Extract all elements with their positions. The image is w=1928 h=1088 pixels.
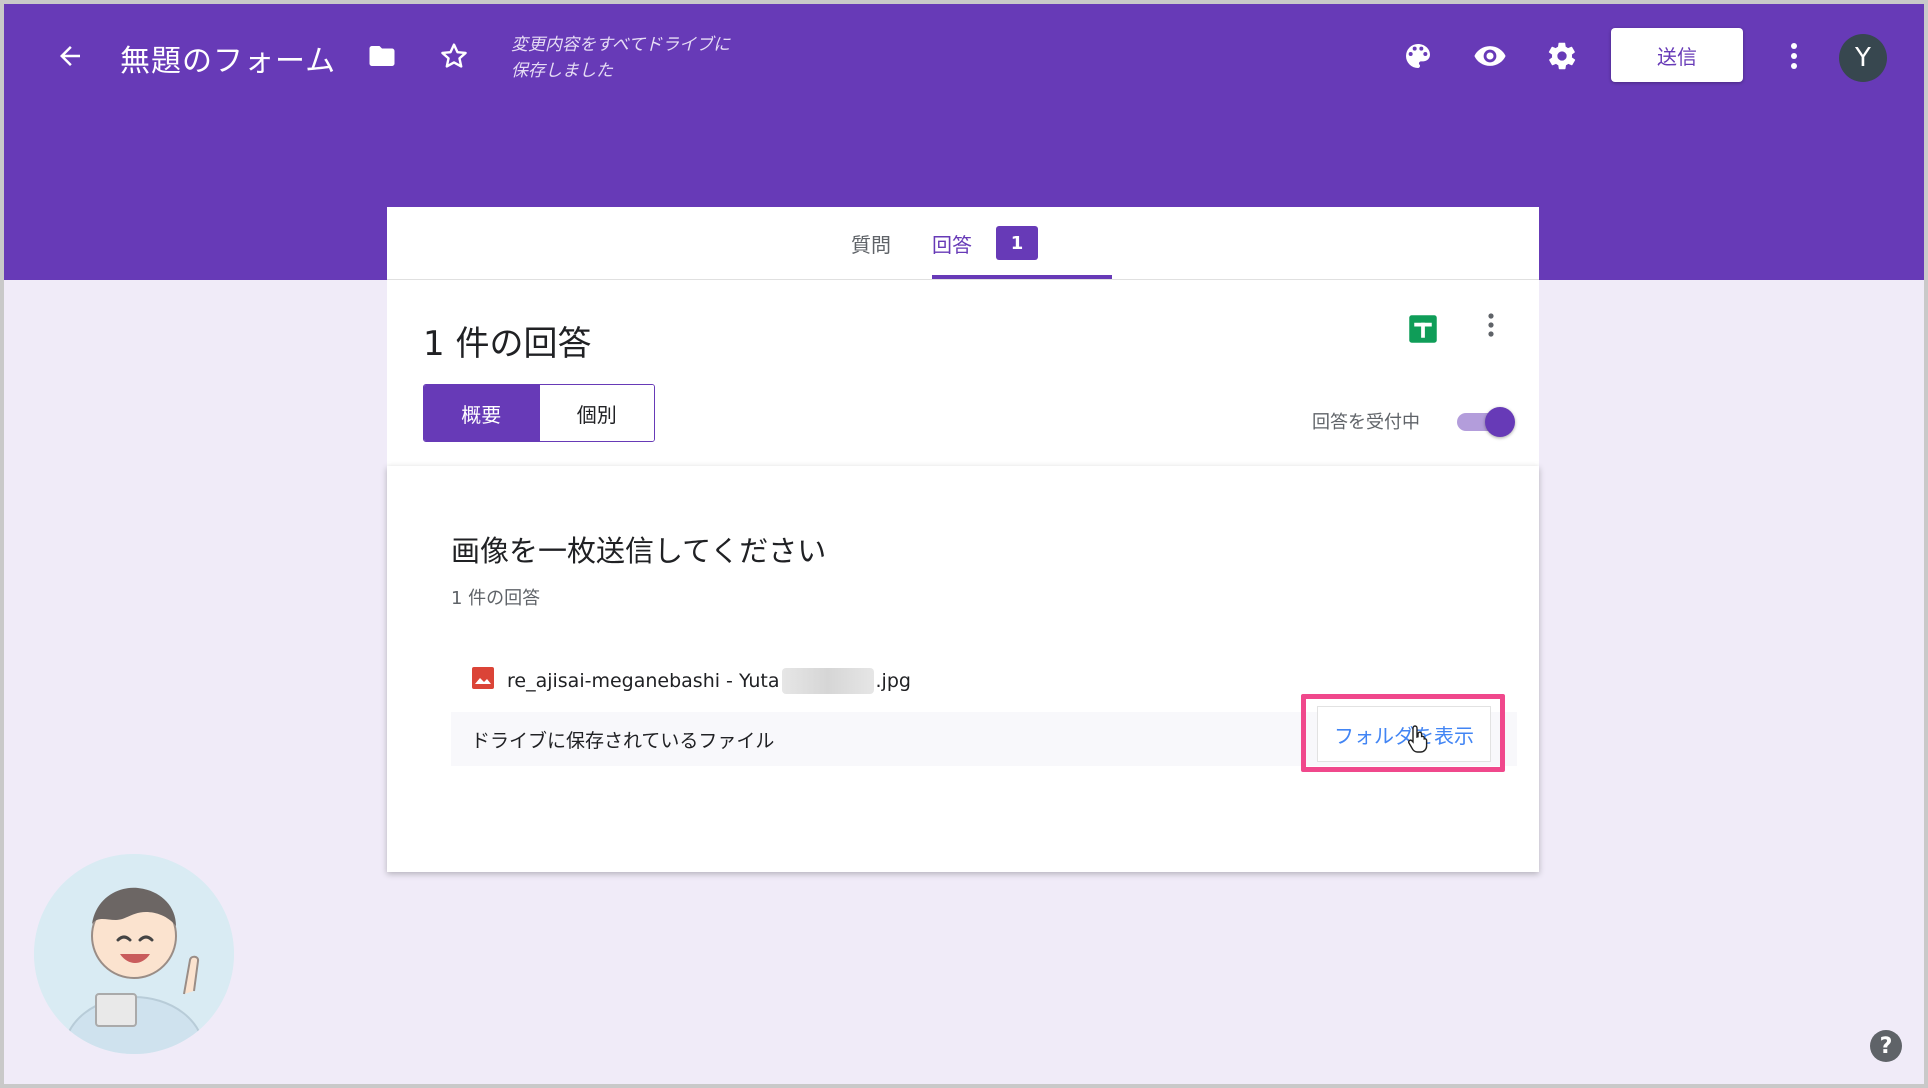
send-button[interactable]: 送信: [1611, 28, 1743, 82]
save-status-line2: 保存しました: [511, 61, 613, 81]
view-individual-button[interactable]: 個別: [538, 385, 654, 441]
file-name-text: re_ajisai-meganebashi - Yuta: [507, 669, 780, 692]
view-toggle: 概要 個別: [423, 384, 655, 442]
app-frame: 無題のフォーム 変更内容をすべてドライブに 保存しました 送信 Y 質問 回答 …: [4, 4, 1924, 1084]
help-icon[interactable]: ?: [1870, 1030, 1902, 1062]
file-extension-text: .jpg: [875, 669, 911, 692]
form-title[interactable]: 無題のフォーム: [120, 36, 336, 80]
responses-more-icon[interactable]: [1486, 312, 1496, 344]
uploaded-file[interactable]: re_ajisai-meganebashi - Yuta .jpg: [471, 666, 911, 695]
more-vert-icon[interactable]: [1780, 38, 1808, 74]
account-avatar[interactable]: Y: [1839, 34, 1887, 82]
settings-gear-icon[interactable]: [1544, 38, 1580, 74]
save-status-line1: 変更内容をすべてドライブに: [511, 35, 731, 55]
tab-responses-label: 回答: [932, 232, 972, 257]
responses-count-badge: 1: [996, 226, 1038, 260]
active-tab-indicator: [932, 275, 1112, 279]
top-bar: 無題のフォーム 変更内容をすべてドライブに 保存しました 送信 Y: [4, 4, 1924, 108]
hand-cursor-icon: [1407, 724, 1433, 758]
drive-files-label: ドライブに保存されているファイル: [471, 729, 775, 752]
responses-summary-card: 1 件の回答 概要 個別 回答を受付中: [387, 280, 1539, 467]
question-response-count: 1 件の回答: [451, 588, 541, 609]
image-file-icon: [471, 666, 495, 695]
view-folder-button[interactable]: フォルダを表示: [1317, 706, 1491, 762]
tabs-bar: 質問 回答 1: [387, 207, 1539, 280]
back-arrow-icon[interactable]: [52, 38, 88, 74]
palette-icon[interactable]: [1400, 38, 1436, 74]
question-title: 画像を一枚送信してください: [451, 534, 827, 568]
star-icon[interactable]: [436, 38, 472, 74]
accepting-responses-label: 回答を受付中: [1312, 412, 1420, 433]
preview-eye-icon[interactable]: [1472, 38, 1508, 74]
tab-responses[interactable]: 回答 1: [932, 207, 1038, 279]
save-status: 変更内容をすべてドライブに 保存しました: [511, 32, 730, 84]
responses-title: 1 件の回答: [423, 324, 592, 364]
view-summary-button[interactable]: 概要: [424, 385, 539, 441]
blurred-name-part: [781, 667, 874, 694]
tab-questions[interactable]: 質問: [851, 207, 891, 279]
folder-icon[interactable]: [364, 40, 400, 72]
accepting-responses-toggle[interactable]: [1455, 406, 1515, 437]
tab-questions-label: 質問: [851, 232, 891, 257]
question-summary-card: 画像を一枚送信してください 1 件の回答 re_ajisai-meganebas…: [387, 466, 1539, 872]
toggle-knob: [1485, 407, 1515, 437]
sheets-icon[interactable]: [1408, 314, 1438, 348]
mascot-illustration: [34, 854, 234, 1054]
